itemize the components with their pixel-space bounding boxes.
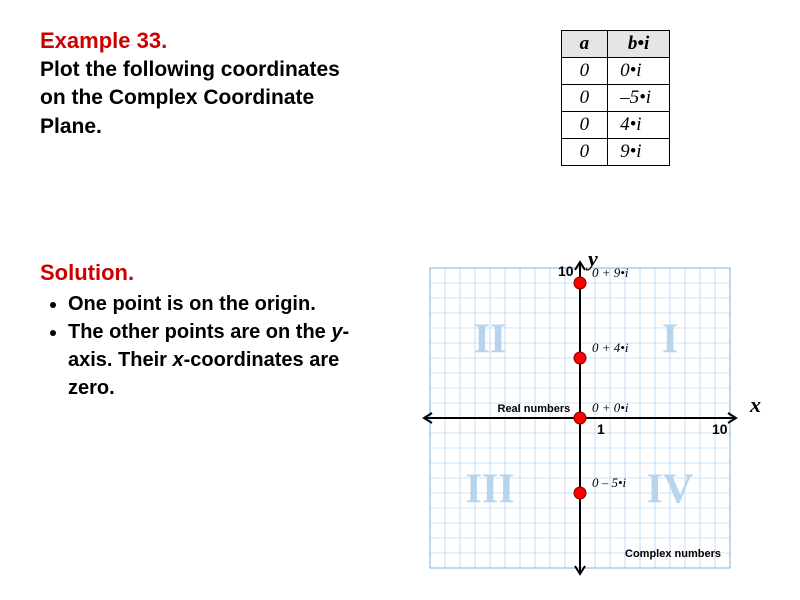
svg-text:10: 10 bbox=[712, 421, 728, 437]
table-row: 0 –5•i bbox=[561, 85, 669, 112]
bullet2-text-a: The other points are on the bbox=[68, 321, 331, 343]
cell-bi: 4•i bbox=[608, 112, 670, 139]
svg-text:0 – 5•i: 0 – 5•i bbox=[592, 475, 627, 490]
table-row: 0 0•i bbox=[561, 58, 669, 85]
complex-plane-chart: IIIIIIIVxy11010Real numbersComplex numbe… bbox=[410, 250, 770, 590]
svg-text:x: x bbox=[749, 392, 761, 417]
svg-text:Real numbers: Real numbers bbox=[498, 403, 571, 415]
svg-text:IV: IV bbox=[647, 467, 694, 513]
svg-text:0 + 0•i: 0 + 0•i bbox=[592, 400, 629, 415]
example-title: Example 33. bbox=[40, 28, 167, 54]
table-header-bi: b•i bbox=[608, 31, 670, 58]
cell-a: 0 bbox=[561, 139, 608, 166]
table-header-row: a b•i bbox=[561, 31, 669, 58]
svg-text:II: II bbox=[474, 317, 507, 363]
cell-a: 0 bbox=[561, 58, 608, 85]
cell-a: 0 bbox=[561, 112, 608, 139]
solution-list: One point is on the origin. The other po… bbox=[50, 290, 390, 402]
svg-text:10: 10 bbox=[558, 263, 574, 279]
svg-text:0 + 4•i: 0 + 4•i bbox=[592, 340, 629, 355]
svg-text:III: III bbox=[465, 467, 514, 513]
svg-text:1: 1 bbox=[597, 421, 605, 437]
example-prompt: Plot the following coordinates on the Co… bbox=[40, 56, 360, 141]
cell-a: 0 bbox=[561, 85, 608, 112]
solution-bullet-2: The other points are on the y-axis. Thei… bbox=[68, 318, 390, 402]
cell-bi: 9•i bbox=[608, 139, 670, 166]
solution-title: Solution. bbox=[40, 260, 134, 286]
svg-text:I: I bbox=[662, 317, 678, 363]
cell-bi: 0•i bbox=[608, 58, 670, 85]
table-row: 0 4•i bbox=[561, 112, 669, 139]
table-header-a: a bbox=[561, 31, 608, 58]
table-row: 0 9•i bbox=[561, 139, 669, 166]
coordinates-table: a b•i 0 0•i 0 –5•i 0 4•i 0 9•i bbox=[561, 30, 670, 166]
svg-text:Complex numbers: Complex numbers bbox=[625, 548, 721, 560]
cell-bi: –5•i bbox=[608, 85, 670, 112]
svg-text:0 + 9•i: 0 + 9•i bbox=[592, 265, 629, 280]
bullet2-y: y bbox=[331, 321, 342, 343]
solution-bullet-1: One point is on the origin. bbox=[68, 290, 390, 318]
bullet2-x: x bbox=[173, 349, 184, 371]
